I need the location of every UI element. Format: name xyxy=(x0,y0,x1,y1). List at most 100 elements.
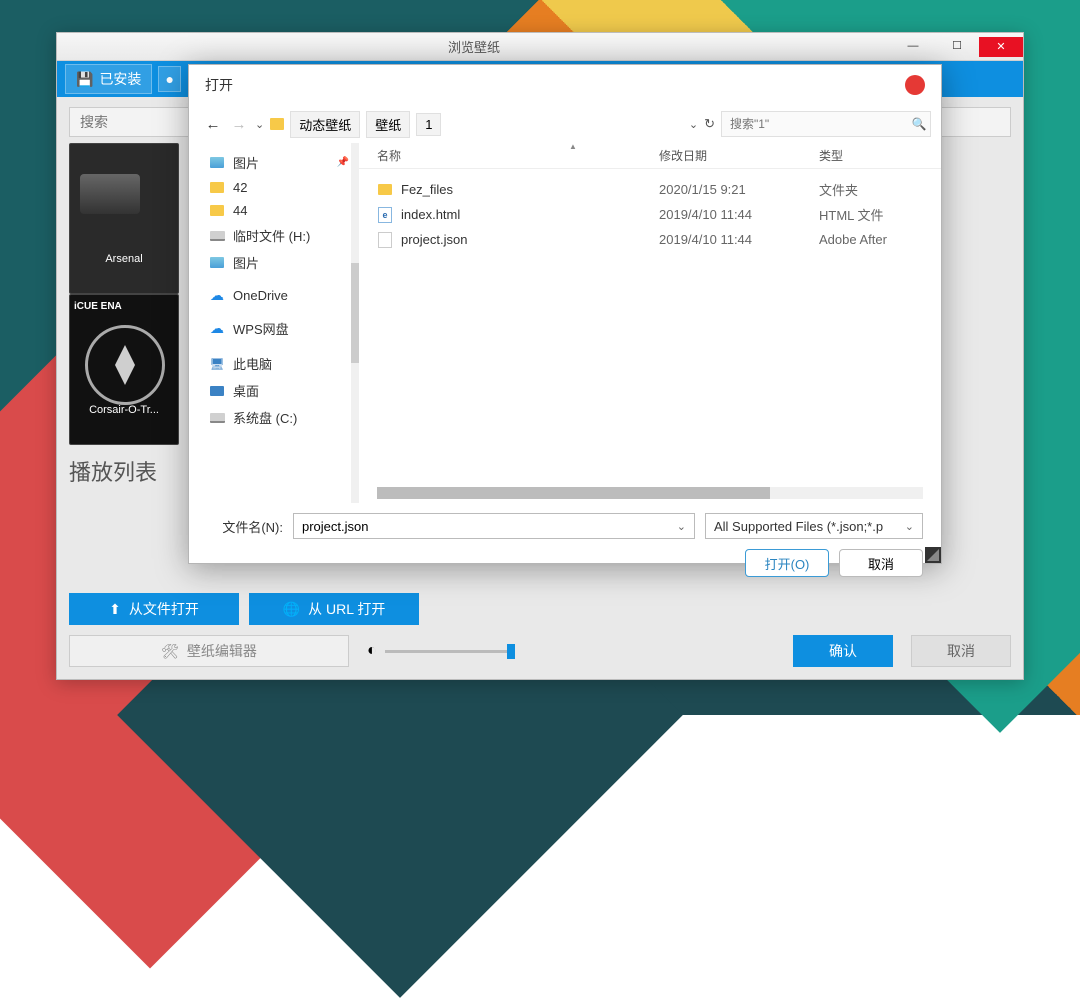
nav-history-dropdown[interactable]: ⌄ xyxy=(255,118,264,131)
record-indicator-icon xyxy=(905,75,925,95)
breadcrumb-item[interactable]: 动态壁纸 xyxy=(290,111,360,138)
sidebar-label: 系统盘 (C:) xyxy=(233,408,297,427)
file-date: 2019/4/10 11:44 xyxy=(659,232,819,247)
folder-icon xyxy=(378,184,392,195)
confirm-button[interactable]: 确认 xyxy=(793,635,893,667)
upload-icon: ⬆ xyxy=(109,601,121,618)
nav-forward-button[interactable]: → xyxy=(229,116,249,133)
html-file-icon: e xyxy=(378,207,392,223)
contrast-icon: ◐ xyxy=(367,642,377,660)
installed-label: 已安装 xyxy=(99,69,141,89)
file-date: 2020/1/15 9:21 xyxy=(659,182,819,197)
label: 从文件打开 xyxy=(129,599,199,619)
search-icon[interactable]: 🔍 xyxy=(908,117,930,131)
filename-value: project.json xyxy=(302,519,368,534)
desktop-icon xyxy=(210,386,224,396)
chevron-down-icon[interactable]: ⌄ xyxy=(905,520,914,533)
main-cancel-button[interactable]: 取消 xyxy=(911,635,1011,667)
main-titlebar: 浏览壁纸 — ☐ ✕ xyxy=(57,33,1023,61)
file-name: project.json xyxy=(401,232,659,247)
dialog-search-input[interactable] xyxy=(722,117,908,131)
filter-text: All Supported Files (*.json;*.p xyxy=(714,519,883,534)
file-row[interactable]: Fez_files 2020/1/15 9:21 文件夹 xyxy=(359,177,941,202)
pin-icon: 📌 xyxy=(337,157,349,168)
dialog-nav-bar: ← → ⌄ 动态壁纸 壁纸 1 ⌄ ↻ 🔍 xyxy=(189,105,941,143)
breadcrumb-item[interactable]: 壁纸 xyxy=(366,111,410,138)
nav-back-button[interactable]: ← xyxy=(203,116,223,133)
sidebar-label: 44 xyxy=(233,203,247,218)
list-header: 名称 修改日期 类型 xyxy=(359,143,941,169)
open-from-file-button[interactable]: ⬆ 从文件打开 xyxy=(69,593,239,625)
open-from-url-button[interactable]: 🌐 从 URL 打开 xyxy=(249,593,419,625)
sidebar-item-onedrive[interactable]: ☁ OneDrive xyxy=(189,284,359,307)
close-button[interactable]: ✕ xyxy=(979,37,1023,57)
label: 壁纸编辑器 xyxy=(187,641,257,661)
filename-input[interactable]: project.json ⌄ xyxy=(293,513,695,539)
file-type-filter[interactable]: All Supported Files (*.json;*.p ⌄ xyxy=(705,513,923,539)
resize-grip[interactable] xyxy=(925,547,941,563)
file-type: 文件夹 xyxy=(819,180,858,199)
filename-label: 文件名(N): xyxy=(207,517,283,536)
sidebar-label: 此电脑 xyxy=(233,354,272,373)
folder-icon xyxy=(270,118,284,130)
cloud-icon: ☁ xyxy=(209,289,225,303)
sidebar-label: 图片 xyxy=(233,253,259,272)
sidebar-label: 桌面 xyxy=(233,381,259,400)
folder-icon xyxy=(210,182,224,193)
sidebar-item-folder[interactable]: 44 xyxy=(189,199,359,222)
cloud-icon: ☁ xyxy=(209,322,225,336)
sidebar-item-wps[interactable]: ☁ WPS网盘 xyxy=(189,315,359,342)
refresh-button[interactable]: ↻ xyxy=(704,116,715,132)
chevron-down-icon[interactable]: ⌄ xyxy=(677,520,686,533)
sidebar-label: OneDrive xyxy=(233,288,288,303)
minimize-button[interactable]: — xyxy=(891,37,935,55)
label: 从 URL 打开 xyxy=(308,599,385,619)
folder-icon xyxy=(210,205,224,216)
dialog-open-button[interactable]: 打开(O) xyxy=(745,549,829,577)
column-date[interactable]: 修改日期 xyxy=(659,147,819,164)
sidebar-item-desktop[interactable]: 桌面 xyxy=(189,377,359,404)
tools-icon: 🛠 xyxy=(161,643,179,660)
slider-thumb[interactable] xyxy=(507,644,515,659)
sidebar-scrollbar[interactable] xyxy=(351,143,359,503)
dialog-title: 打开 xyxy=(205,75,233,95)
globe-icon: 🌐 xyxy=(283,601,300,618)
file-list: ▲ 名称 修改日期 类型 Fez_files 2020/1/15 9:21 文件… xyxy=(359,143,941,503)
drive-icon xyxy=(210,413,225,423)
dialog-sidebar: 图片📌 42 44 临时文件 (H:) 图片 ☁OneDrive ☁WPS网盘 … xyxy=(189,143,359,503)
sidebar-label: 图片 xyxy=(233,153,259,172)
icue-badge: iCUE ENA xyxy=(74,301,122,312)
dialog-footer: 文件名(N): project.json ⌄ All Supported Fil… xyxy=(189,503,941,589)
sidebar-label: WPS网盘 xyxy=(233,319,289,338)
sidebar-item-folder[interactable]: 42 xyxy=(189,176,359,199)
wallpaper-editor-button[interactable]: 🛠 壁纸编辑器 xyxy=(69,635,349,667)
dialog-cancel-button[interactable]: 取消 xyxy=(839,549,923,577)
installed-tab[interactable]: 💾 已安装 xyxy=(65,64,152,94)
bottom-bar: ⬆ 从文件打开 🌐 从 URL 打开 🛠 壁纸编辑器 ◐ 确认 取消 xyxy=(69,593,1011,667)
sidebar-item-pictures[interactable]: 图片 📌 xyxy=(189,149,359,176)
wallpaper-thumb[interactable]: iCUE ENA Corsair-O-Tr... xyxy=(69,294,179,445)
slider-track[interactable] xyxy=(385,650,515,653)
column-type[interactable]: 类型 xyxy=(819,147,941,164)
file-type: HTML 文件 xyxy=(819,205,884,224)
file-row[interactable]: project.json 2019/4/10 11:44 Adobe After xyxy=(359,227,941,252)
sidebar-item-drive[interactable]: 临时文件 (H:) xyxy=(189,222,359,249)
crumb-dropdown-icon[interactable]: ⌄ xyxy=(689,118,698,131)
picture-icon xyxy=(210,157,224,168)
toolbar-extra-button[interactable]: ● xyxy=(158,66,180,92)
column-name[interactable]: 名称 xyxy=(359,147,659,164)
brightness-slider[interactable]: ◐ xyxy=(367,642,547,660)
wallpaper-thumb[interactable]: Arsenal xyxy=(69,143,179,294)
thumb-label: Arsenal xyxy=(70,253,178,265)
save-icon: 💾 xyxy=(76,71,93,88)
file-open-dialog: 打开 ← → ⌄ 动态壁纸 壁纸 1 ⌄ ↻ 🔍 图片 📌 42 44 临时文件 … xyxy=(188,64,942,564)
breadcrumb-item[interactable]: 1 xyxy=(416,113,441,136)
horizontal-scrollbar[interactable] xyxy=(377,487,923,499)
main-window-title: 浏览壁纸 xyxy=(57,37,891,56)
maximize-button[interactable]: ☐ xyxy=(935,37,979,55)
sidebar-item-system-drive[interactable]: 系统盘 (C:) xyxy=(189,404,359,431)
sidebar-item-this-pc[interactable]: 🖥此电脑 xyxy=(189,350,359,377)
dialog-header: 打开 xyxy=(189,65,941,105)
file-row[interactable]: e index.html 2019/4/10 11:44 HTML 文件 xyxy=(359,202,941,227)
sidebar-item-pictures[interactable]: 图片 xyxy=(189,249,359,276)
